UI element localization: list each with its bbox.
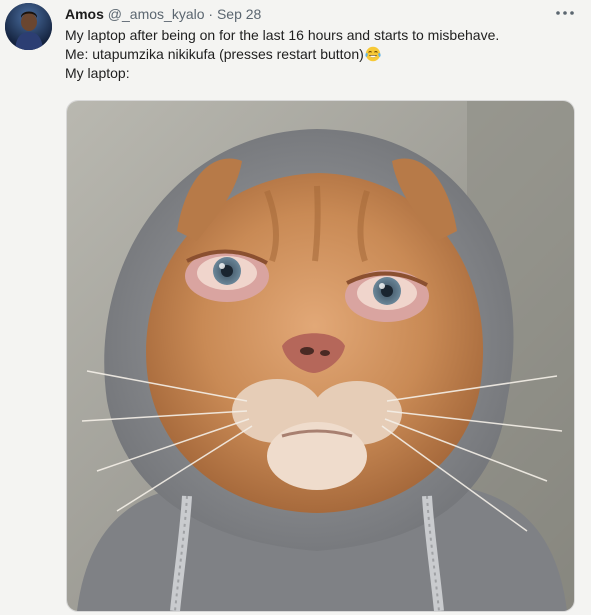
tweet-text: My laptop after being on for the last 16…: [65, 26, 580, 83]
header-separator: ·: [208, 6, 214, 22]
tweet-photo[interactable]: [66, 100, 575, 612]
avatar[interactable]: [5, 3, 52, 50]
more-horizontal-icon[interactable]: [555, 9, 575, 17]
tweet-line: My laptop after being on for the last 16…: [65, 27, 500, 43]
user-handle[interactable]: @_amos_kyalo: [108, 6, 205, 22]
tweet-line: Me: utapumzika nikikufa (presses restart…: [65, 46, 364, 62]
tweet-line: My laptop:: [65, 65, 130, 81]
display-name[interactable]: Amos: [65, 6, 104, 22]
cat-in-hoodie-image: [67, 101, 574, 611]
tweet: Amos @_amos_kyalo · Sep 28 My laptop aft…: [0, 0, 591, 615]
face-with-tears-of-joy-icon: [365, 46, 381, 62]
tweet-date[interactable]: Sep 28: [217, 6, 261, 22]
tweet-line-with-emoji: Me: utapumzika nikikufa (presses restart…: [65, 45, 580, 64]
tweet-header: Amos @_amos_kyalo · Sep 28: [65, 5, 576, 23]
avatar-image: [5, 3, 52, 50]
